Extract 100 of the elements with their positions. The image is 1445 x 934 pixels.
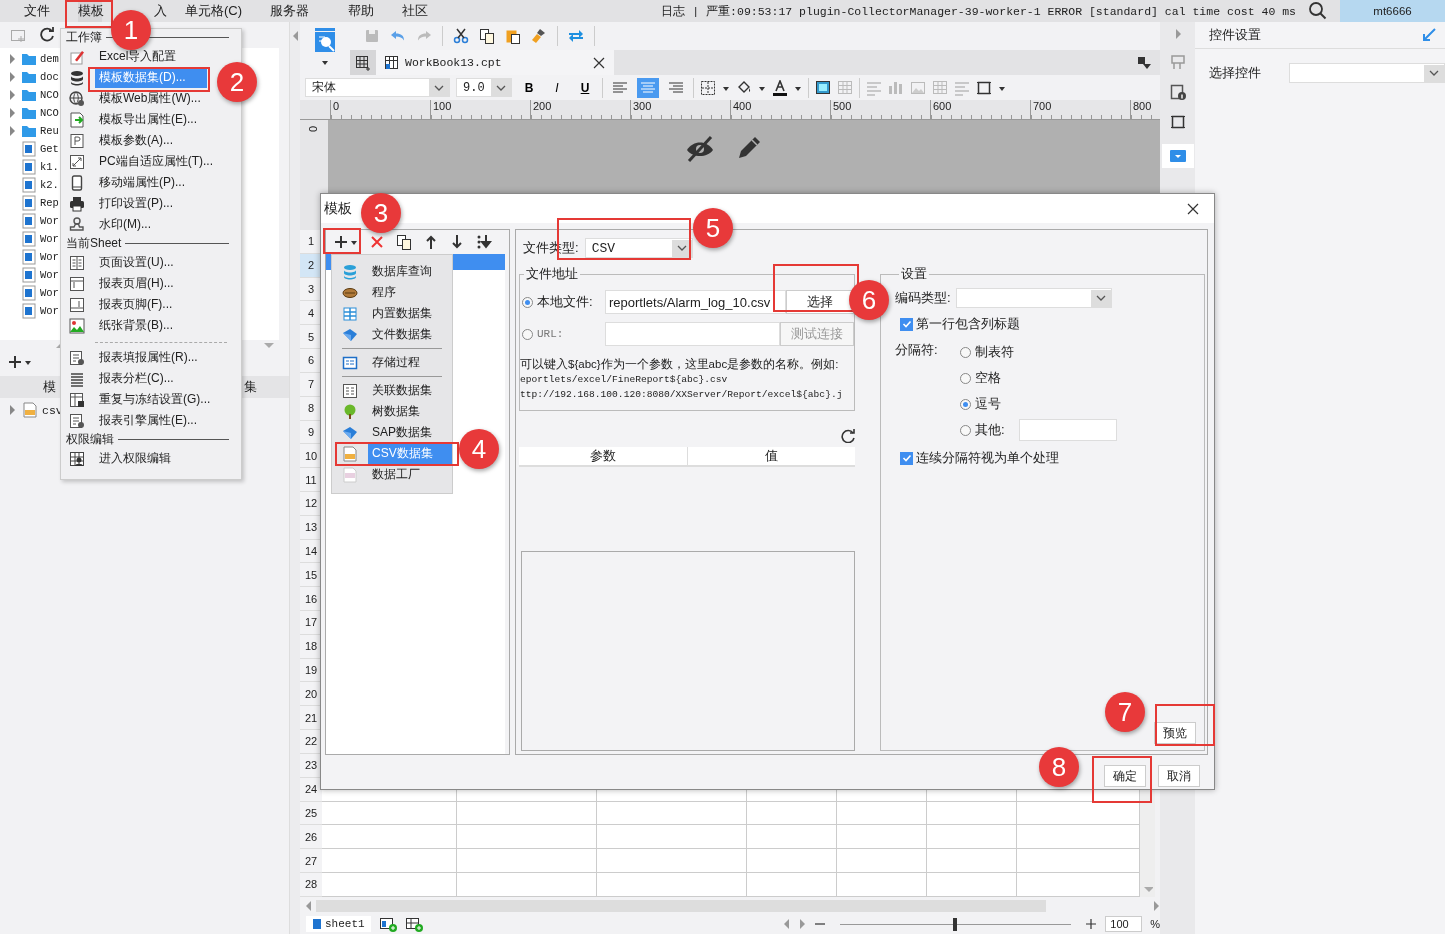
zoom-field[interactable]: 100 [1105, 916, 1143, 933]
tree-item[interactable]: Reu [40, 125, 59, 137]
separator-field[interactable] [1018, 419, 1117, 441]
menu-item[interactable]: 报表分栏(C)... [95, 368, 178, 389]
menu-item[interactable]: 打印设置(P)... [95, 193, 177, 214]
add-icon[interactable] [334, 235, 348, 249]
menu-item[interactable]: 内置数据集 [368, 303, 436, 324]
expand-arrow-icon[interactable] [1173, 28, 1182, 40]
zoom-slider-thumb[interactable] [953, 917, 958, 931]
menu-item[interactable]: SAP数据集 [368, 422, 436, 443]
menu-item[interactable]: 模板导出属性(E)... [95, 109, 201, 130]
tree-item[interactable]: Wor [40, 233, 59, 245]
radio-button[interactable] [960, 424, 971, 436]
cut-icon[interactable] [453, 28, 469, 44]
file-tab[interactable]: WorkBook13.cpt [376, 50, 614, 75]
refresh-icon[interactable] [40, 27, 56, 43]
font-select[interactable]: 宋体 [305, 78, 450, 97]
menu-item[interactable]: 报表页眉(H)... [95, 273, 178, 294]
search-icon[interactable] [1308, 1, 1328, 21]
layout-icon[interactable] [1169, 54, 1186, 70]
file-type-select[interactable]: CSV [584, 238, 693, 258]
add-icon[interactable] [8, 355, 22, 369]
menu-item[interactable]: 入 [152, 0, 168, 22]
tree-item[interactable]: NCO [40, 107, 59, 119]
tree-item[interactable]: doc [40, 71, 59, 83]
info-icon[interactable] [1169, 84, 1186, 100]
frame-icon[interactable] [1169, 114, 1186, 130]
caret-icon[interactable] [321, 58, 329, 66]
radio-button[interactable] [522, 296, 533, 308]
menu-item[interactable]: PC端自适应属性(T)... [95, 151, 217, 172]
move-up-icon[interactable] [424, 235, 438, 249]
tree-item[interactable]: k2. [40, 179, 59, 191]
tree-item[interactable]: Wor [40, 269, 59, 281]
widget-tool[interactable] [1161, 144, 1194, 168]
refresh-icon[interactable] [841, 429, 855, 443]
text-style-button[interactable]: U [574, 77, 596, 98]
cell-image-icon[interactable] [815, 79, 831, 96]
menu-item[interactable]: 文件数据集 [368, 324, 436, 345]
eye-slash-icon[interactable] [685, 134, 715, 164]
menu-item[interactable]: 存储过程 [368, 352, 424, 373]
menu-item[interactable]: 文件 [24, 0, 50, 22]
sort-icon[interactable] [476, 234, 492, 250]
menu-item[interactable]: 数据工厂 [368, 464, 424, 485]
radio-button[interactable] [960, 346, 971, 358]
tree-item[interactable]: Wor [40, 305, 59, 317]
checkbox[interactable] [900, 451, 913, 465]
tree-item[interactable]: Wor [40, 287, 59, 299]
user-name[interactable]: mt6666 [1340, 0, 1445, 22]
tree-item[interactable]: Wor [40, 215, 59, 227]
scroll-left-icon[interactable] [304, 899, 312, 912]
paste-icon[interactable] [505, 28, 521, 44]
zoom-in-icon[interactable] [1085, 918, 1098, 931]
url-field[interactable] [605, 322, 780, 346]
caret-icon[interactable] [24, 358, 32, 366]
menu-item[interactable]: 服务器 [269, 0, 309, 22]
file-path-field[interactable]: reportlets/Alarm_log_10.csv [605, 290, 786, 314]
menu-item[interactable]: 报表页脚(F)... [95, 294, 177, 315]
menu-item[interactable]: 树数据集 [368, 401, 424, 422]
align-button[interactable] [637, 77, 659, 98]
menu-item[interactable]: 纸张背景(B)... [95, 315, 177, 336]
cancel-button[interactable]: 取消 [1158, 765, 1200, 787]
menu-item[interactable]: 模板Web属性(W)... [95, 88, 205, 109]
brush-icon[interactable] [531, 28, 547, 44]
frame-icon[interactable] [976, 79, 992, 96]
next-icon[interactable] [797, 918, 806, 931]
border-icon[interactable] [700, 79, 716, 96]
menu-item[interactable]: 模板参数(A)... [95, 130, 177, 151]
menu-item[interactable]: 数据库查询 [368, 261, 436, 282]
menu-item[interactable]: 帮助 [347, 0, 375, 22]
grid-add-icon[interactable] [355, 54, 371, 71]
tree-item[interactable]: dem [40, 53, 59, 65]
preview-button[interactable]: 预览 [1154, 722, 1196, 744]
add-sheet-icon[interactable] [404, 916, 423, 933]
close-icon[interactable] [592, 55, 606, 70]
new-sheet-button[interactable] [350, 50, 376, 75]
menu-item[interactable]: 页面设置(U)... [95, 252, 178, 273]
font-color-icon[interactable] [772, 79, 788, 96]
tree-item[interactable]: Wor [40, 251, 59, 263]
menu-item[interactable]: 程序 [368, 282, 400, 303]
collapse-arrow-icon[interactable] [291, 30, 299, 42]
tree-item[interactable]: Get [40, 143, 59, 155]
radio-button[interactable] [960, 398, 971, 410]
sheet-tab[interactable]: sheet1 [306, 916, 371, 933]
menu-item[interactable]: 进入权限编辑 [95, 448, 175, 469]
ok-button[interactable]: 确定 [1104, 765, 1146, 787]
copy-icon[interactable] [396, 234, 412, 250]
copy-icon[interactable] [479, 28, 495, 44]
text-style-button[interactable]: I [546, 77, 568, 98]
tree-item[interactable]: Rep [40, 197, 59, 209]
dropdown-menu-icon[interactable] [1137, 55, 1152, 70]
radio-button[interactable] [960, 372, 971, 384]
menu-item[interactable]: 模板 [78, 0, 102, 22]
move-down-icon[interactable] [450, 235, 464, 249]
font-size-select[interactable]: 9.0 [456, 78, 512, 97]
swap-icon[interactable] [568, 28, 584, 44]
menu-item[interactable]: 关联数据集 [368, 380, 436, 401]
caret-icon[interactable] [350, 238, 358, 246]
new-folder-icon[interactable] [10, 27, 26, 43]
text-style-button[interactable]: B [518, 77, 540, 98]
delete-icon[interactable] [370, 235, 384, 249]
